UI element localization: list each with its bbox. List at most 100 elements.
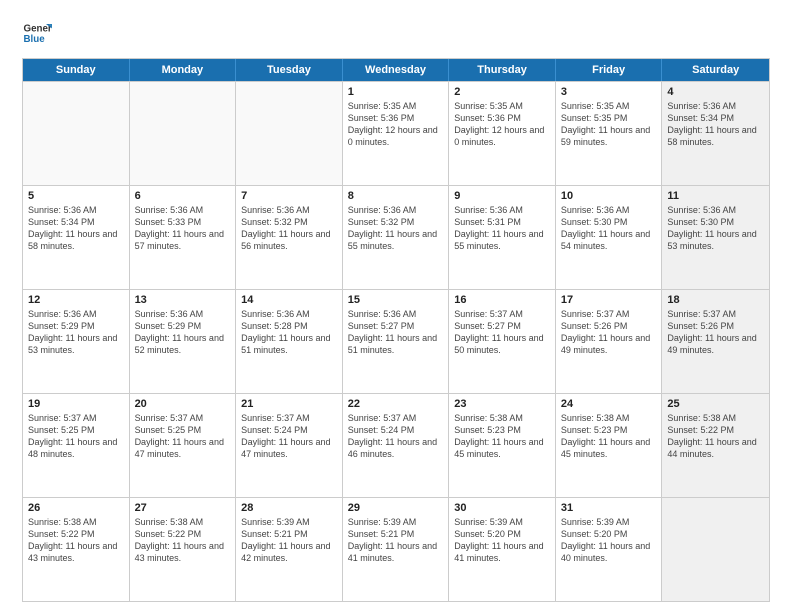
day-number: 8: [348, 190, 444, 202]
calendar-day-8: 8 Sunrise: 5:36 AMSunset: 5:32 PMDaylight…: [343, 186, 450, 289]
calendar-day-18: 18 Sunrise: 5:37 AMSunset: 5:26 PMDayligh…: [662, 290, 769, 393]
cell-info: Sunrise: 5:38 AMSunset: 5:22 PMDaylight:…: [667, 412, 764, 461]
header: General Blue: [22, 18, 770, 48]
calendar-day-20: 20 Sunrise: 5:37 AMSunset: 5:25 PMDayligh…: [130, 394, 237, 497]
cell-info: Sunrise: 5:39 AMSunset: 5:20 PMDaylight:…: [454, 516, 550, 565]
cell-info: Sunrise: 5:37 AMSunset: 5:26 PMDaylight:…: [561, 308, 657, 357]
calendar: SundayMondayTuesdayWednesdayThursdayFrid…: [22, 58, 770, 602]
calendar-row-3: 19 Sunrise: 5:37 AMSunset: 5:25 PMDayligh…: [23, 393, 769, 497]
weekday-header-wednesday: Wednesday: [343, 59, 450, 81]
cell-info: Sunrise: 5:37 AMSunset: 5:26 PMDaylight:…: [667, 308, 764, 357]
calendar-day-27: 27Sunrise: 5:38 AMSunset: 5:22 PMDayligh…: [130, 498, 237, 601]
cell-info: Sunrise: 5:36 AMSunset: 5:32 PMDaylight:…: [348, 204, 444, 253]
day-number: 20: [135, 398, 231, 410]
calendar-row-4: 26 Sunrise: 5:38 AMSunset: 5:22 PMDayligh…: [23, 497, 769, 601]
cell-info: Sunrise: 5:36 AMSunset: 5:27 PMDaylight:…: [348, 308, 444, 357]
calendar-empty-cell: [236, 82, 343, 185]
day-number: 23: [454, 398, 550, 410]
calendar-day-25: 25 Sunrise: 5:38 AMSunset: 5:22 PMDayligh…: [662, 394, 769, 497]
day-number: 17: [561, 294, 657, 306]
day-number: 10: [561, 190, 657, 202]
day-number: 21: [241, 398, 337, 410]
calendar-day-26: 26 Sunrise: 5:38 AMSunset: 5:22 PMDayligh…: [23, 498, 130, 601]
calendar-day-22: 22 Sunrise: 5:37 AMSunset: 5:24 PMDayligh…: [343, 394, 450, 497]
page: General Blue SundayMondayTuesdayWednesda…: [0, 0, 792, 612]
cell-info: Sunrise: 5:38 AMSunset: 5:22 PMDaylight:…: [28, 516, 124, 565]
cell-info: Sunrise: 5:39 AMSunset: 5:20 PMDaylight:…: [561, 516, 657, 565]
calendar-day-29: 29Sunrise: 5:39 AMSunset: 5:21 PMDayligh…: [343, 498, 450, 601]
weekday-header-saturday: Saturday: [662, 59, 769, 81]
cell-info: Sunrise: 5:37 AMSunset: 5:25 PMDaylight:…: [135, 412, 231, 461]
day-number: 31: [561, 502, 657, 514]
cell-info: Sunrise: 5:37 AMSunset: 5:27 PMDaylight:…: [454, 308, 550, 357]
calendar-day-13: 13 Sunrise: 5:36 AMSunset: 5:29 PMDayligh…: [130, 290, 237, 393]
calendar-day-10: 10 Sunrise: 5:36 AMSunset: 5:30 PMDayligh…: [556, 186, 663, 289]
cell-info: Sunrise: 5:35 AMSunset: 5:35 PMDaylight:…: [561, 100, 657, 149]
logo-icon: General Blue: [22, 18, 52, 48]
cell-info: Sunrise: 5:36 AMSunset: 5:29 PMDaylight:…: [135, 308, 231, 357]
cell-info: Sunrise: 5:38 AMSunset: 5:23 PMDaylight:…: [454, 412, 550, 461]
calendar-day-11: 11Sunrise: 5:36 AMSunset: 5:30 PMDayligh…: [662, 186, 769, 289]
day-number: 3: [561, 86, 657, 98]
cell-info: Sunrise: 5:36 AMSunset: 5:28 PMDaylight:…: [241, 308, 337, 357]
calendar-day-17: 17 Sunrise: 5:37 AMSunset: 5:26 PMDayligh…: [556, 290, 663, 393]
day-number: 30: [454, 502, 550, 514]
cell-info: Sunrise: 5:36 AMSunset: 5:30 PMDaylight:…: [561, 204, 657, 253]
cell-info: Sunrise: 5:36 AMSunset: 5:31 PMDaylight:…: [454, 204, 550, 253]
day-number: 4: [667, 86, 764, 98]
calendar-day-5: 5 Sunrise: 5:36 AMSunset: 5:34 PMDaylight…: [23, 186, 130, 289]
calendar-empty-cell: [23, 82, 130, 185]
day-number: 19: [28, 398, 124, 410]
calendar-day-7: 7Sunrise: 5:36 AMSunset: 5:32 PMDaylight…: [236, 186, 343, 289]
day-number: 13: [135, 294, 231, 306]
day-number: 5: [28, 190, 124, 202]
day-number: 6: [135, 190, 231, 202]
cell-info: Sunrise: 5:39 AMSunset: 5:21 PMDaylight:…: [241, 516, 337, 565]
calendar-row-0: 1Sunrise: 5:35 AMSunset: 5:36 PMDaylight…: [23, 81, 769, 185]
cell-info: Sunrise: 5:36 AMSunset: 5:30 PMDaylight:…: [667, 204, 764, 253]
cell-info: Sunrise: 5:36 AMSunset: 5:34 PMDaylight:…: [667, 100, 764, 149]
day-number: 15: [348, 294, 444, 306]
cell-info: Sunrise: 5:37 AMSunset: 5:24 PMDaylight:…: [348, 412, 444, 461]
calendar-day-28: 28 Sunrise: 5:39 AMSunset: 5:21 PMDayligh…: [236, 498, 343, 601]
calendar-day-19: 19Sunrise: 5:37 AMSunset: 5:25 PMDayligh…: [23, 394, 130, 497]
calendar-header: SundayMondayTuesdayWednesdayThursdayFrid…: [23, 59, 769, 81]
cell-info: Sunrise: 5:38 AMSunset: 5:22 PMDaylight:…: [135, 516, 231, 565]
day-number: 18: [667, 294, 764, 306]
calendar-day-16: 16 Sunrise: 5:37 AMSunset: 5:27 PMDayligh…: [449, 290, 556, 393]
weekday-header-tuesday: Tuesday: [236, 59, 343, 81]
calendar-day-6: 6Sunrise: 5:36 AMSunset: 5:33 PMDaylight…: [130, 186, 237, 289]
calendar-day-23: 23 Sunrise: 5:38 AMSunset: 5:23 PMDayligh…: [449, 394, 556, 497]
day-number: 9: [454, 190, 550, 202]
cell-info: Sunrise: 5:37 AMSunset: 5:24 PMDaylight:…: [241, 412, 337, 461]
day-number: 28: [241, 502, 337, 514]
calendar-empty-cell: [662, 498, 769, 601]
calendar-day-24: 24Sunrise: 5:38 AMSunset: 5:23 PMDayligh…: [556, 394, 663, 497]
day-number: 12: [28, 294, 124, 306]
calendar-day-15: 15 Sunrise: 5:36 AMSunset: 5:27 PMDayligh…: [343, 290, 450, 393]
day-number: 14: [241, 294, 337, 306]
day-number: 24: [561, 398, 657, 410]
day-number: 16: [454, 294, 550, 306]
day-number: 25: [667, 398, 764, 410]
calendar-empty-cell: [130, 82, 237, 185]
calendar-day-31: 31 Sunrise: 5:39 AMSunset: 5:20 PMDayligh…: [556, 498, 663, 601]
calendar-day-12: 12Sunrise: 5:36 AMSunset: 5:29 PMDayligh…: [23, 290, 130, 393]
calendar-day-14: 14 Sunrise: 5:36 AMSunset: 5:28 PMDayligh…: [236, 290, 343, 393]
day-number: 29: [348, 502, 444, 514]
day-number: 7: [241, 190, 337, 202]
calendar-row-2: 12 Sunrise: 5:36 AMSunset: 5:29 PMDayligh…: [23, 289, 769, 393]
calendar-day-2: 2 Sunrise: 5:35 AMSunset: 5:36 PMDaylight…: [449, 82, 556, 185]
cell-info: Sunrise: 5:35 AMSunset: 5:36 PMDaylight:…: [454, 100, 550, 149]
calendar-day-4: 4 Sunrise: 5:36 AMSunset: 5:34 PMDaylight…: [662, 82, 769, 185]
day-number: 2: [454, 86, 550, 98]
cell-info: Sunrise: 5:36 AMSunset: 5:34 PMDaylight:…: [28, 204, 124, 253]
weekday-header-monday: Monday: [130, 59, 237, 81]
weekday-header-friday: Friday: [556, 59, 663, 81]
cell-info: Sunrise: 5:35 AMSunset: 5:36 PMDaylight:…: [348, 100, 444, 149]
calendar-day-30: 30 Sunrise: 5:39 AMSunset: 5:20 PMDayligh…: [449, 498, 556, 601]
logo: General Blue: [22, 18, 52, 48]
day-number: 26: [28, 502, 124, 514]
calendar-day-1: 1Sunrise: 5:35 AMSunset: 5:36 PMDaylight…: [343, 82, 450, 185]
day-number: 22: [348, 398, 444, 410]
